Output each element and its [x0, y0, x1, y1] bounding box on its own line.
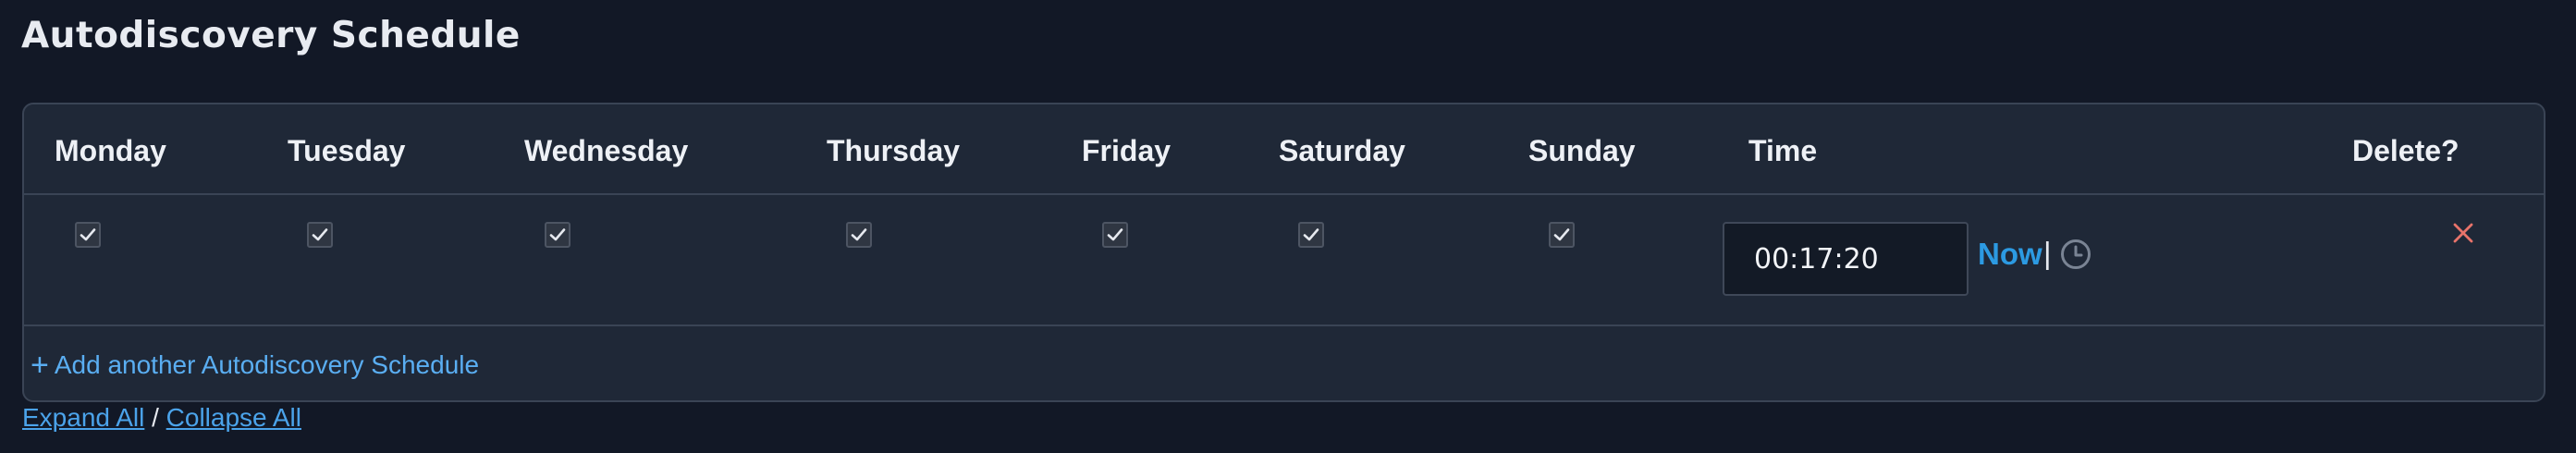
sunday-checkbox[interactable] [1549, 222, 1575, 248]
column-header-sunday: Sunday [1528, 134, 1636, 167]
expand-all-link[interactable]: Expand All [22, 403, 144, 432]
table-row [24, 195, 2544, 326]
column-header-time: Time [1748, 134, 1818, 167]
collapse-all-link[interactable]: Collapse All [166, 403, 301, 432]
column-header-tuesday: Tuesday [288, 134, 406, 167]
checkmark-icon [312, 228, 328, 241]
add-schedule-link[interactable]: + Add another Autodiscovery Schedule [31, 348, 479, 384]
checkmark-icon [1303, 228, 1319, 241]
column-header-thursday: Thursday [827, 134, 961, 167]
page-title: Autodiscovery Schedule [21, 15, 521, 56]
checkmark-icon [851, 228, 867, 241]
checkmark-icon [1553, 228, 1570, 241]
thursday-checkbox[interactable] [846, 222, 872, 248]
checkmark-icon [549, 228, 566, 241]
checkmark-icon [1107, 228, 1123, 241]
time-separator: | [2043, 236, 2052, 270]
wednesday-checkbox[interactable] [545, 222, 570, 248]
clock-icon[interactable] [2060, 239, 2091, 275]
add-schedule-label: Add another Autodiscovery Schedule [54, 350, 480, 379]
saturday-checkbox[interactable] [1298, 222, 1324, 248]
column-header-saturday: Saturday [1279, 134, 1405, 167]
plus-icon: + [31, 348, 49, 383]
column-header-delete: Delete? [2352, 134, 2459, 167]
table-header-row: Monday Tuesday Wednesday Thursday Friday… [24, 104, 2544, 195]
column-header-friday: Friday [1082, 134, 1171, 167]
column-header-monday: Monday [55, 134, 166, 167]
tuesday-checkbox[interactable] [307, 222, 333, 248]
expand-collapse-links: Expand All / Collapse All [22, 403, 301, 433]
clock-icon-glyph [2061, 239, 2091, 269]
time-input[interactable] [1723, 222, 1969, 296]
column-header-wednesday: Wednesday [524, 134, 689, 167]
close-icon [2453, 223, 2473, 243]
delete-row-button[interactable] [2452, 222, 2474, 249]
friday-checkbox[interactable] [1102, 222, 1128, 248]
monday-checkbox[interactable] [75, 222, 101, 248]
now-link[interactable]: Now [1978, 237, 2042, 272]
checkmark-icon [80, 228, 96, 241]
expand-collapse-separator: / [152, 403, 159, 432]
